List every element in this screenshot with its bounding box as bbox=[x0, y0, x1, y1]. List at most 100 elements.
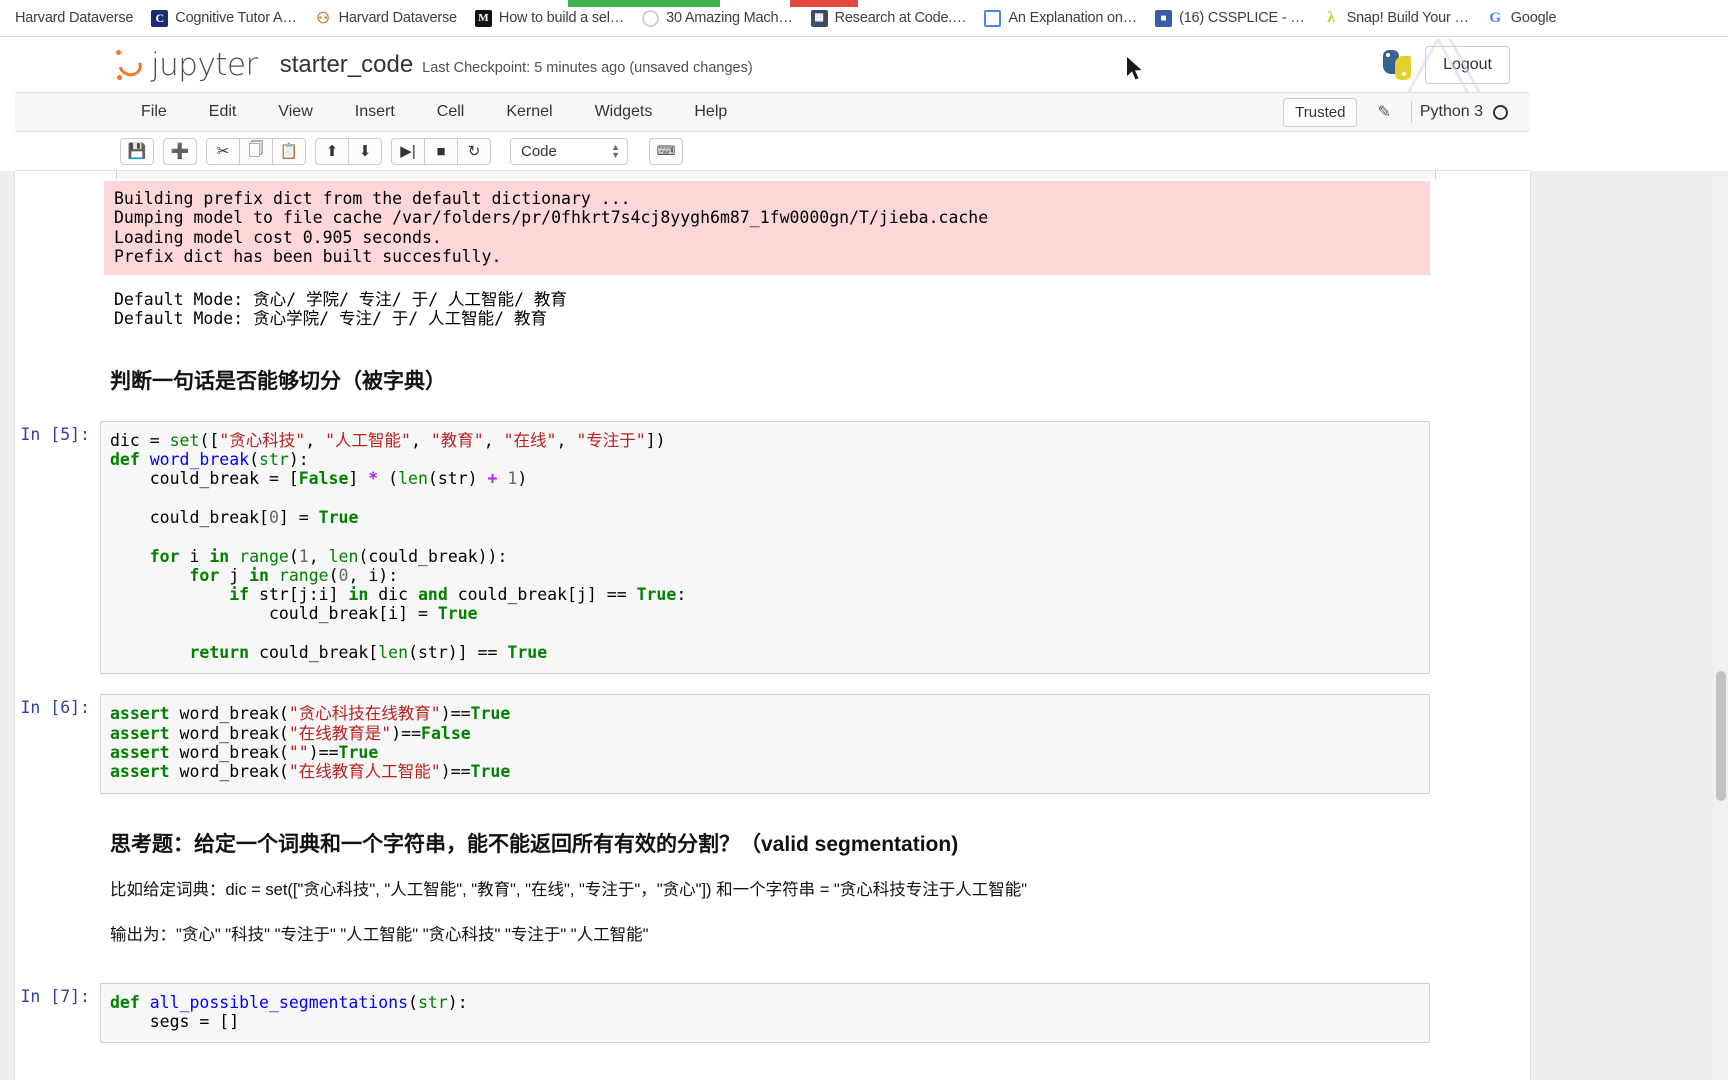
save-icon[interactable]: 💾 bbox=[120, 137, 154, 165]
code-cell-in-6[interactable]: In [6]: assert word_break("贪心科技在线教育")==T… bbox=[16, 694, 1430, 794]
menu-help[interactable]: Help bbox=[673, 94, 748, 130]
cell-prompt: In [6]: bbox=[20, 698, 90, 718]
jupyter-planet-icon bbox=[114, 49, 146, 80]
command-palette-icon[interactable]: ⌨ bbox=[649, 137, 683, 165]
menu-edit[interactable]: Edit bbox=[188, 94, 258, 130]
page-gutter-left bbox=[0, 171, 15, 1080]
toolbar-group-move: ⬆ ⬇ bbox=[315, 137, 382, 165]
circle-icon bbox=[642, 9, 660, 27]
bookmark-label: Google bbox=[1510, 10, 1557, 26]
bookmark-label: Research at Code.… bbox=[834, 10, 967, 26]
markdown-cell-heading-2[interactable]: 思考题：给定一个词典和一个字符串，能不能返回所有有效的分割？（valid seg… bbox=[16, 828, 1430, 858]
kernel-idle-indicator-icon bbox=[1493, 104, 1508, 120]
logout-button[interactable]: Logout bbox=[1425, 45, 1510, 84]
output-area: Building prefix dict from the default di… bbox=[100, 179, 1430, 276]
chat-icon: ■ bbox=[1155, 9, 1173, 27]
copy-icon[interactable]: 🗍 bbox=[239, 137, 273, 165]
google-g-icon: G bbox=[1489, 9, 1502, 26]
jupyter-notebook-page: jupyter starter_code Last Checkpoint: 5 … bbox=[0, 37, 1728, 1080]
bookmark-snap-build-your[interactable]: λ Snap! Build Your … bbox=[1314, 3, 1478, 33]
markdown-cell-para-1[interactable]: 比如给定词典：dic = set(["贪心科技", "人工智能", "教育", … bbox=[16, 878, 1430, 904]
markdown-heading-text: 判断一句话是否能够切分（被字典） bbox=[110, 369, 446, 393]
medium-m-icon: M bbox=[474, 9, 492, 27]
menu-widgets[interactable]: Widgets bbox=[574, 94, 674, 130]
bookmark-label: Snap! Build Your … bbox=[1346, 10, 1469, 26]
bookmark-cognitive-tutor[interactable]: C Cognitive Tutor A… bbox=[142, 3, 305, 33]
bookmark-label: How to build a sel… bbox=[498, 10, 625, 26]
vertical-scrollbar-thumb[interactable] bbox=[1716, 671, 1726, 801]
bookmarks-bar: Harvard Dataverse C Cognitive Tutor A… ⚇… bbox=[0, 0, 1728, 37]
jupyter-logo[interactable]: jupyter bbox=[114, 47, 258, 83]
menu-insert[interactable]: Insert bbox=[334, 94, 416, 130]
partial-cell-above bbox=[116, 171, 1436, 179]
cell-type-select[interactable]: Code ▲ ▼ bbox=[510, 137, 628, 165]
code-input-area[interactable]: assert word_break("贪心科技在线教育")==True asse… bbox=[100, 694, 1430, 794]
markdown-cell-heading-1[interactable]: 判断一句话是否能够切分（被字典） bbox=[16, 365, 1430, 395]
output-cell-stdout: Default Mode: 贪心/ 学院/ 专注/ 于/ 人工智能/ 教育 De… bbox=[16, 283, 1430, 331]
header-right-group: Logout bbox=[1381, 45, 1530, 84]
stdout-output-text: Default Mode: 贪心/ 学院/ 专注/ 于/ 人工智能/ 教育 De… bbox=[114, 290, 567, 329]
notebook-name[interactable]: starter_code bbox=[280, 51, 413, 79]
bookmark-an-explanation-on[interactable]: An Explanation on… bbox=[975, 3, 1146, 33]
kernel-name-label: Python 3 bbox=[1419, 103, 1483, 120]
toolbar-group-clipboard: ✂ 🗍 📋 bbox=[206, 137, 306, 165]
code-source: dic = set(["贪心科技", "人工智能", "教育", "在线", "… bbox=[110, 430, 687, 663]
page-gutter-right bbox=[1530, 171, 1728, 1080]
bookmark-cssplice[interactable]: ■ (16) CSSPLICE - … bbox=[1146, 3, 1314, 33]
markdown-paragraph-text: 输出为："贪心" "科技" "专注于" "人工智能" "贪心科技" "专注于" … bbox=[110, 926, 649, 945]
dataverse-icon: ⚇ bbox=[316, 10, 330, 27]
interrupt-kernel-icon[interactable]: ■ bbox=[424, 137, 458, 165]
document-icon bbox=[984, 9, 1002, 27]
cell-prompt: In [5]: bbox=[20, 424, 90, 444]
bookmark-research-at-code[interactable]: ▦ Research at Code.… bbox=[802, 3, 976, 33]
bookmark-how-to-build[interactable]: M How to build a sel… bbox=[466, 3, 633, 33]
code-input-area[interactable]: dic = set(["贪心科技", "人工智能", "教育", "在线", "… bbox=[100, 420, 1430, 675]
toolbar-group-run: ▶| ■ ↻ bbox=[391, 137, 491, 165]
restart-kernel-icon[interactable]: ↻ bbox=[457, 137, 491, 165]
toolbar-button-groups: 💾 ➕ ✂ 🗍 📋 ⬆ ⬇ ▶| ■ ↻ Code ▲ ▼ ⌨ bbox=[120, 137, 683, 165]
menu-cell[interactable]: Cell bbox=[416, 94, 486, 130]
toolbar-group-insert: ➕ bbox=[163, 137, 197, 165]
prompt-empty bbox=[16, 923, 100, 949]
browser-tab-stub-green bbox=[568, 0, 720, 7]
prompt-empty bbox=[16, 365, 100, 395]
vertical-scrollbar-track[interactable] bbox=[1713, 171, 1728, 1080]
code-cell-in-7[interactable]: In [7]: def all_possible_segmentations(s… bbox=[16, 982, 1430, 1044]
snap-lambda-icon: λ bbox=[1327, 9, 1336, 26]
python-logo-icon bbox=[1381, 49, 1413, 81]
bookmark-label: Cognitive Tutor A… bbox=[175, 10, 297, 26]
trusted-badge[interactable]: Trusted bbox=[1283, 97, 1358, 127]
blue-c-icon: C bbox=[151, 9, 169, 27]
insert-cell-below-icon[interactable]: ➕ bbox=[163, 137, 197, 165]
bookmark-harvard-dataverse-1[interactable]: Harvard Dataverse bbox=[6, 3, 142, 33]
toolbar-group-save: 💾 bbox=[120, 137, 154, 165]
notebook-scroll-area[interactable]: Building prefix dict from the default di… bbox=[16, 171, 1530, 1080]
bookmark-harvard-dataverse-2[interactable]: ⚇ Harvard Dataverse bbox=[306, 3, 466, 33]
markdown-area: 比如给定词典：dic = set(["贪心科技", "人工智能", "教育", … bbox=[100, 878, 1430, 904]
bookmark-label: Harvard Dataverse bbox=[338, 10, 457, 26]
paste-icon[interactable]: 📋 bbox=[272, 137, 306, 165]
menu-view[interactable]: View bbox=[257, 94, 333, 130]
move-down-icon[interactable]: ⬇ bbox=[348, 137, 382, 165]
code-cell-in-5[interactable]: In [5]: dic = set(["贪心科技", "人工智能", "教育",… bbox=[16, 420, 1430, 675]
output-cell-stderr: Building prefix dict from the default di… bbox=[16, 179, 1430, 276]
bookmark-label: An Explanation on… bbox=[1008, 10, 1138, 26]
code-source: assert word_break("贪心科技在线教育")==True asse… bbox=[110, 704, 511, 782]
notebook-cells-container: Building prefix dict from the default di… bbox=[16, 171, 1530, 1044]
bookmark-30-amazing-machine[interactable]: 30 Amazing Mach… bbox=[633, 3, 802, 33]
code-source: def all_possible_segmentations(str): seg… bbox=[110, 992, 468, 1031]
run-cell-icon[interactable]: ▶| bbox=[391, 137, 425, 165]
move-up-icon[interactable]: ⬆ bbox=[315, 137, 349, 165]
cut-icon[interactable]: ✂ bbox=[206, 137, 240, 165]
notebook-toolbar: 💾 ➕ ✂ 🗍 📋 ⬆ ⬇ ▶| ■ ↻ Code ▲ ▼ ⌨ bbox=[15, 132, 1530, 171]
checkpoint-status: Last Checkpoint: 5 minutes ago (unsaved … bbox=[422, 59, 753, 76]
notebook-header: jupyter starter_code Last Checkpoint: 5 … bbox=[15, 37, 1530, 156]
menu-kernel[interactable]: Kernel bbox=[485, 94, 573, 130]
markdown-cell-para-2[interactable]: 输出为："贪心" "科技" "专注于" "人工智能" "贪心科技" "专注于" … bbox=[16, 923, 1430, 949]
bookmark-google[interactable]: G Google bbox=[1478, 3, 1566, 33]
bookmark-label: Harvard Dataverse bbox=[15, 10, 134, 26]
markdown-area: 判断一句话是否能够切分（被字典） bbox=[100, 365, 1430, 395]
code-input-area[interactable]: def all_possible_segmentations(str): seg… bbox=[100, 982, 1430, 1044]
menu-file[interactable]: File bbox=[120, 94, 188, 130]
pencil-icon[interactable]: ✎ bbox=[1365, 100, 1402, 124]
